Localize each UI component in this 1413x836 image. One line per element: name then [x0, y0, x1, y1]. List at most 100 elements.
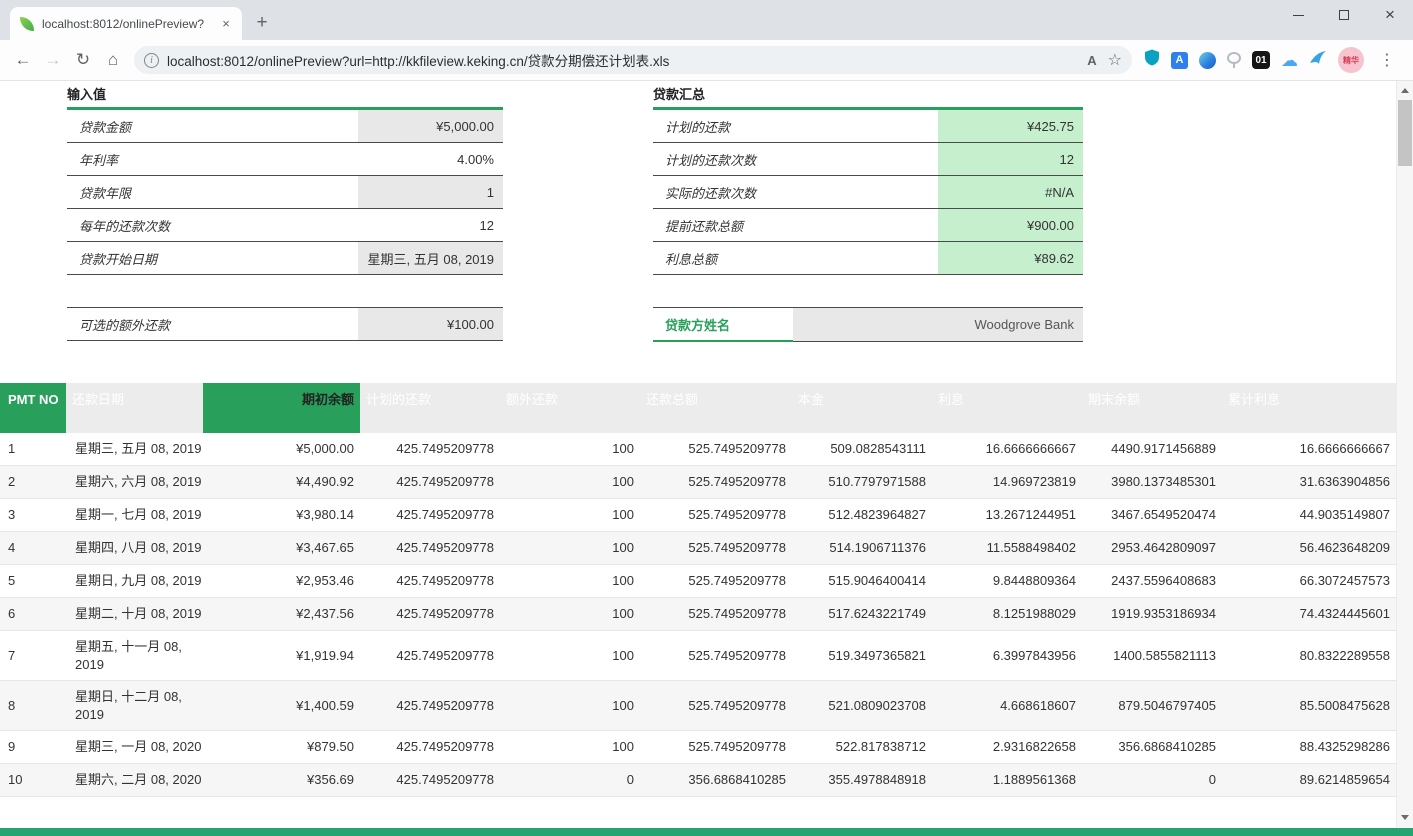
- input-row-label: 贷款金额: [67, 110, 358, 142]
- input-row-label: 每年的还款次数: [67, 209, 358, 241]
- browser-titlebar: localhost:8012/onlinePreview? × + ×: [0, 0, 1413, 40]
- summary-row: 计划的还款¥425.75: [653, 110, 1083, 143]
- schedule-cell: 74.4324445601: [1222, 598, 1396, 630]
- summary-blank-row: [653, 275, 1083, 308]
- input-rows: 贷款金额¥5,000.00年利率4.00%贷款年限1每年的还款次数12贷款开始日…: [67, 110, 503, 341]
- tab-close-icon[interactable]: ×: [218, 16, 234, 32]
- schedule-cell: 66.3072457573: [1222, 565, 1396, 597]
- summary-section-title: 贷款汇总: [653, 83, 1083, 110]
- input-row-value: 1: [358, 176, 503, 208]
- input-row-value: ¥5,000.00: [358, 110, 503, 142]
- schedule-cell: 80.8322289558: [1222, 631, 1396, 680]
- schedule-cell: 525.7495209778: [640, 466, 792, 498]
- schedule-cell: 44.9035149807: [1222, 499, 1396, 531]
- schedule-cell: 425.7495209778: [360, 764, 500, 796]
- forward-icon[interactable]: →: [38, 50, 68, 70]
- schedule-cell: ¥1,400.59: [203, 681, 360, 730]
- up-triangle-icon: [1401, 88, 1409, 93]
- input-row: 年利率4.00%: [67, 143, 503, 176]
- schedule-cell: 4490.9171456889: [1082, 433, 1222, 465]
- schedule-cell: 100: [500, 433, 640, 465]
- schedule-row: 7星期五, 十一月 08, 2019¥1,919.94425.749520977…: [0, 631, 1396, 681]
- schedule-cell: 522.817838712: [792, 731, 932, 763]
- summary-section: 贷款汇总 计划的还款¥425.75计划的还款次数12实际的还款次数#N/A提前还…: [653, 83, 1083, 342]
- schedule-cell: 星期六, 二月 08, 2020: [66, 764, 203, 796]
- schedule-cell: ¥5,000.00: [203, 433, 360, 465]
- home-icon[interactable]: ⌂: [98, 50, 128, 70]
- back-icon[interactable]: ←: [8, 50, 38, 70]
- schedule-cell: 510.7797971588: [792, 466, 932, 498]
- schedule-cell: ¥2,953.46: [203, 565, 360, 597]
- scroll-down-arrow[interactable]: [1397, 809, 1413, 826]
- schedule-cell: 星期五, 十一月 08, 2019: [66, 631, 203, 680]
- schedule-cell: 356.6868410285: [640, 764, 792, 796]
- schedule-row: 8星期日, 十二月 08, 2019¥1,400.59425.749520977…: [0, 681, 1396, 731]
- schedule-cell: 425.7495209778: [360, 565, 500, 597]
- schedule-table: PMT NO还款日期期初余额计划的还款额外还款还款总额本金利息期末余额累计利息 …: [0, 383, 1396, 797]
- bookmark-star-icon[interactable]: ☆: [1108, 50, 1122, 70]
- schedule-cell: ¥2,437.56: [203, 598, 360, 630]
- schedule-header-3: 计划的还款: [360, 383, 500, 433]
- input-row: 每年的还款次数12: [67, 209, 503, 242]
- schedule-cell: 525.7495209778: [640, 433, 792, 465]
- schedule-cell: 6.3997843956: [932, 631, 1082, 680]
- browser-window: localhost:8012/onlinePreview? × + × ← → …: [0, 0, 1413, 836]
- browser-menu-icon[interactable]: ⋮: [1375, 50, 1399, 70]
- input-row-value: 12: [358, 209, 503, 241]
- cloud-extension-icon[interactable]: ☁: [1281, 52, 1298, 69]
- schedule-cell: 14.969723819: [932, 466, 1082, 498]
- reload-icon[interactable]: ↻: [68, 50, 98, 70]
- schedule-cell: 425.7495209778: [360, 466, 500, 498]
- schedule-cell: 0: [1082, 764, 1222, 796]
- active-tab[interactable]: localhost:8012/onlinePreview? ×: [10, 7, 242, 40]
- schedule-cell: ¥1,919.94: [203, 631, 360, 680]
- schedule-cell: 8: [0, 681, 66, 730]
- vertical-scrollbar[interactable]: [1396, 81, 1413, 836]
- circle-extension-icon[interactable]: [1199, 52, 1216, 69]
- summary-row-value: ¥89.62: [938, 242, 1083, 274]
- schedule-cell: 2953.4642809097: [1082, 532, 1222, 564]
- input-row-value: 4.00%: [358, 143, 503, 175]
- schedule-row: 2星期六, 六月 08, 2019¥4,490.92425.7495209778…: [0, 466, 1396, 499]
- new-tab-button[interactable]: +: [248, 9, 276, 37]
- gray-extension-icon[interactable]: [1227, 52, 1241, 64]
- schedule-cell: 100: [500, 598, 640, 630]
- schedule-cell: 88.4325298286: [1222, 731, 1396, 763]
- schedule-cell: 5: [0, 565, 66, 597]
- summary-row: 计划的还款次数12: [653, 143, 1083, 176]
- input-row: [67, 275, 503, 308]
- lender-row: 贷款方姓名 Woodgrove Bank: [653, 308, 1083, 342]
- schedule-cell: 512.4823964827: [792, 499, 932, 531]
- schedule-cell: 525.7495209778: [640, 731, 792, 763]
- scroll-up-arrow[interactable]: [1397, 82, 1413, 99]
- close-window-button[interactable]: ×: [1367, 0, 1413, 30]
- schedule-cell: 56.4623648209: [1222, 532, 1396, 564]
- translate-extension-icon[interactable]: A: [1171, 52, 1188, 69]
- screenshot-extension-badge[interactable]: 01: [1252, 51, 1270, 69]
- translate-page-icon[interactable]: A: [1087, 53, 1096, 68]
- bird-extension-icon[interactable]: [1309, 50, 1327, 71]
- schedule-cell: 星期六, 六月 08, 2019: [66, 466, 203, 498]
- tab-title: localhost:8012/onlinePreview?: [42, 17, 210, 31]
- schedule-header-5: 还款总额: [640, 383, 792, 433]
- minimize-button[interactable]: [1275, 0, 1321, 30]
- summary-row: 提前还款总额¥900.00: [653, 209, 1083, 242]
- schedule-cell: 4: [0, 532, 66, 564]
- schedule-header-9: 累计利息: [1222, 383, 1396, 433]
- schedule-cell: 1400.5855821113: [1082, 631, 1222, 680]
- profile-avatar[interactable]: 精华: [1338, 47, 1364, 73]
- scrollbar-thumb[interactable]: [1398, 100, 1412, 166]
- schedule-cell: 356.6868410285: [1082, 731, 1222, 763]
- schedule-row: 3星期一, 七月 08, 2019¥3,980.14425.7495209778…: [0, 499, 1396, 532]
- url-text[interactable]: localhost:8012/onlinePreview?url=http://…: [167, 50, 1076, 70]
- schedule-cell: 525.7495209778: [640, 681, 792, 730]
- schedule-cell: 1.1889561368: [932, 764, 1082, 796]
- page-info-icon[interactable]: i: [144, 53, 159, 68]
- summary-rows: 计划的还款¥425.75计划的还款次数12实际的还款次数#N/A提前还款总额¥9…: [653, 110, 1083, 275]
- schedule-cell: 525.7495209778: [640, 631, 792, 680]
- shield-extension-icon[interactable]: [1144, 49, 1160, 71]
- address-bar[interactable]: i localhost:8012/onlinePreview?url=http:…: [134, 46, 1132, 74]
- schedule-cell: ¥356.69: [203, 764, 360, 796]
- maximize-button[interactable]: [1321, 0, 1367, 30]
- minimize-icon: [1293, 15, 1304, 16]
